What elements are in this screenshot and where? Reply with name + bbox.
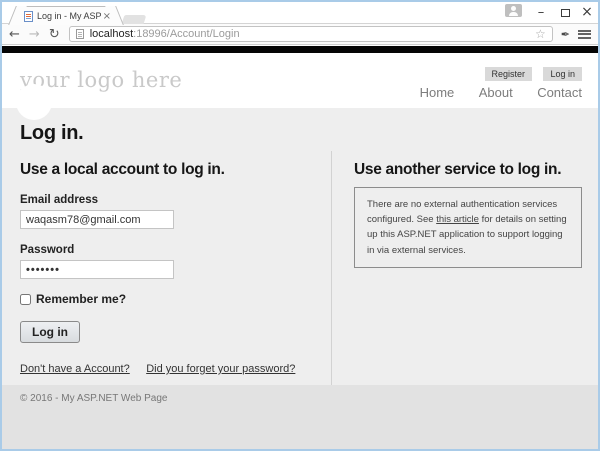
site-header: your logo here Register Log in Home Abou… (2, 53, 598, 108)
site-footer: © 2016 - My ASP.NET Web Page (2, 385, 598, 449)
page-icon (75, 29, 84, 39)
profile-icon[interactable] (505, 4, 522, 17)
column-divider (331, 151, 332, 385)
browser-window: Log in - My ASP.NET Web × – × ← → ↻ loca… (0, 0, 600, 451)
login-button[interactable]: Log in (20, 321, 80, 343)
email-label: Email address (20, 194, 98, 206)
bookmark-star-icon[interactable]: ☆ (535, 28, 546, 40)
remember-checkbox[interactable] (20, 293, 31, 305)
url-host: localhost (89, 28, 134, 40)
minimize-button[interactable]: – (533, 2, 549, 24)
reload-icon[interactable]: ↻ (49, 28, 60, 41)
browser-tab[interactable]: Log in - My ASP.NET Web × (18, 6, 114, 25)
tab-close-icon[interactable]: × (103, 11, 111, 22)
auth-links: Register Log in (478, 64, 582, 82)
url-text[interactable]: localhost:18996/Account/Login (90, 28, 240, 40)
favicon-icon (24, 10, 33, 22)
back-icon[interactable]: ← (9, 28, 20, 41)
external-login-section: Use another service to log in. There are… (354, 151, 582, 385)
menu-icon[interactable] (578, 29, 591, 40)
forgot-password-link[interactable]: Did you forget your password? (146, 363, 295, 375)
maximize-button[interactable] (557, 2, 573, 24)
form-links: Don't have a Account? Did you forget you… (20, 359, 331, 377)
nav-contact[interactable]: Contact (537, 85, 582, 100)
register-link[interactable]: Don't have a Account? (20, 363, 130, 375)
extension-icon[interactable]: ✒ (561, 29, 570, 40)
address-bar[interactable]: localhost:18996/Account/Login ☆ (68, 26, 553, 42)
this-article-link[interactable]: this article (436, 214, 479, 225)
local-login-section: Use a local account to log in. Email add… (18, 151, 331, 385)
browser-toolbar: ← → ↻ localhost:18996/Account/Login ☆ ✒ (2, 24, 598, 45)
tab-title: Log in - My ASP.NET Web (37, 11, 101, 21)
site-nav: Home About Contact (400, 84, 582, 102)
password-field[interactable] (20, 260, 174, 279)
forward-icon: → (28, 26, 40, 42)
url-path: :18996/Account/Login (133, 28, 240, 40)
register-button[interactable]: Register (484, 67, 533, 81)
maximize-icon (560, 9, 570, 17)
local-login-heading: Use a local account to log in. (20, 161, 225, 178)
nav-about[interactable]: About (479, 85, 513, 100)
page-title: Log in. (20, 122, 84, 144)
copyright-text: © 2016 - My ASP.NET Web Page (20, 393, 168, 404)
remember-row: Remember me? (20, 292, 331, 306)
profile-head-shape (511, 6, 516, 11)
email-field[interactable] (20, 210, 174, 229)
external-login-heading: Use another service to log in. (354, 161, 562, 178)
new-tab-button[interactable] (121, 15, 147, 24)
login-button-top[interactable]: Log in (543, 67, 582, 81)
password-label: Password (20, 244, 75, 256)
header-notch (16, 84, 52, 120)
nav-home[interactable]: Home (420, 85, 455, 100)
close-button[interactable]: × (579, 2, 595, 24)
profile-torso-shape (509, 12, 518, 16)
browser-titlebar: Log in - My ASP.NET Web × – × (2, 2, 598, 25)
page-top-bar (2, 46, 598, 53)
web-page: your logo here Register Log in Home Abou… (2, 53, 598, 449)
remember-label: Remember me? (36, 292, 127, 306)
external-notice-box: There are no external authentication ser… (354, 187, 582, 268)
main-content: Log in. Use a local account to log in. E… (2, 108, 598, 385)
